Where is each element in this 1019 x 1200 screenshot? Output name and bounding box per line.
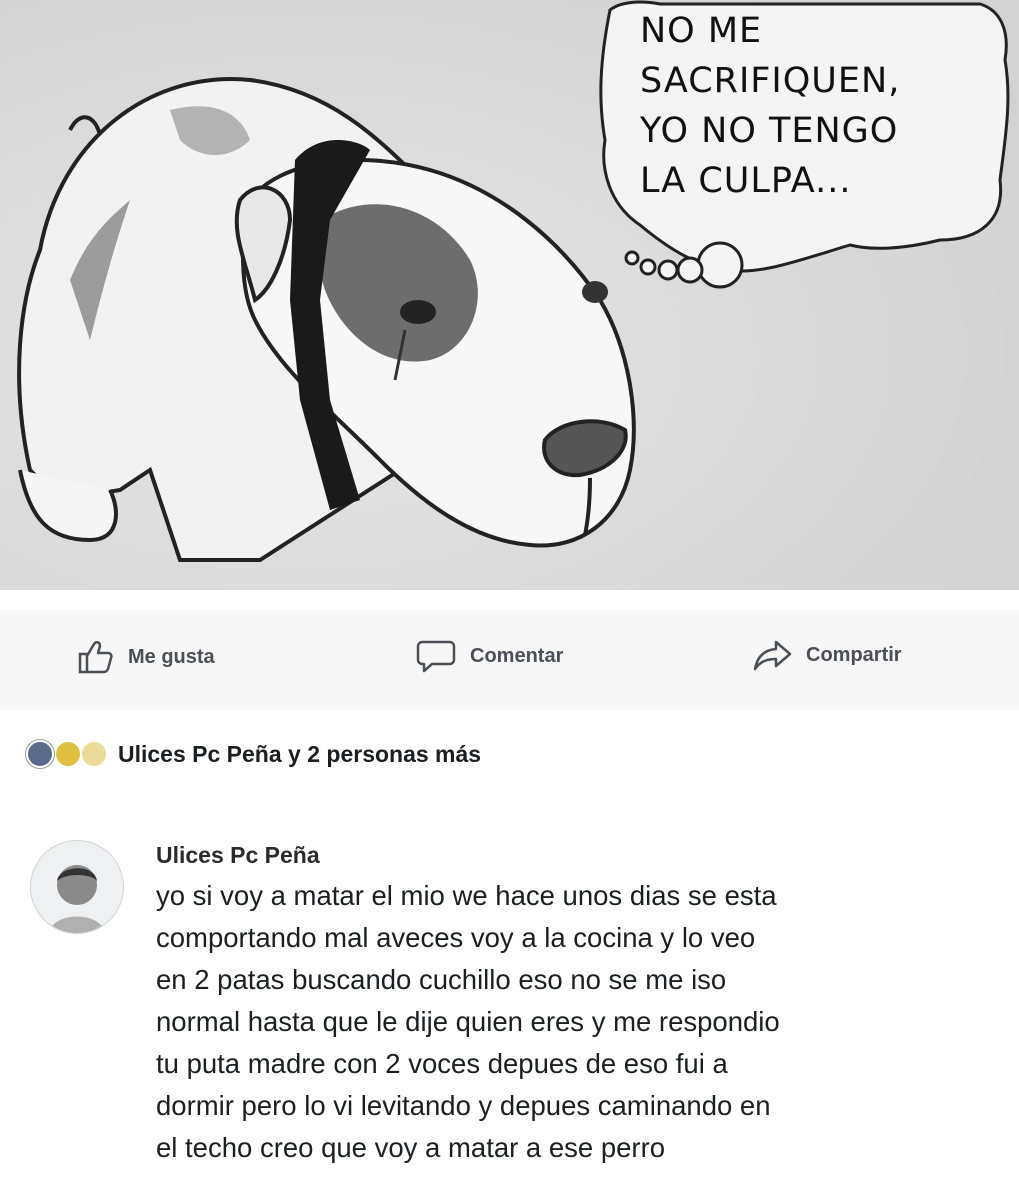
bubble-line: YO NO TENGO [640, 111, 899, 151]
comment-author[interactable]: Ulices Pc Peña [156, 842, 996, 869]
post-image[interactable]: NO ME SACRIFIQUEN, YO NO TENGO LA CULPA.… [0, 0, 1019, 590]
comment-text: yo si voy a matar el mio we hace unos di… [156, 880, 780, 1163]
speech-bubble-text: NO ME SACRIFIQUEN, YO NO TENGO LA CULPA.… [640, 6, 990, 206]
avatar[interactable] [30, 840, 124, 934]
reactions-text: Ulices Pc Peña y 2 personas más [118, 740, 482, 767]
reactions-summary[interactable]: Ulices Pc Peña y 2 personas más [26, 740, 481, 768]
share-arrow-icon [753, 640, 792, 671]
comment-button[interactable]: Comentar [416, 638, 563, 674]
share-label: Compartir [806, 643, 902, 666]
comment-body: Ulices Pc Peña yo si voy a matar el mio … [156, 842, 996, 1169]
share-button[interactable]: Compartir [752, 638, 902, 672]
reaction-icons [26, 740, 108, 768]
bubble-line: NO ME [640, 11, 763, 51]
bubble-line: SACRIFIQUEN, [640, 61, 901, 101]
like-button[interactable]: Me gusta [76, 638, 215, 676]
like-label: Me gusta [128, 645, 215, 668]
avatar-image [31, 841, 123, 933]
post-action-bar: Me gusta Comentar Compartir [0, 610, 1019, 710]
bubble-line: LA CULPA... [640, 161, 852, 201]
comment-bubble-icon [416, 640, 456, 673]
comment-label: Comentar [470, 644, 564, 667]
like-icon [26, 740, 54, 768]
sad-icon [82, 742, 106, 766]
thumbs-up-icon [78, 641, 113, 674]
haha-icon [56, 742, 80, 766]
